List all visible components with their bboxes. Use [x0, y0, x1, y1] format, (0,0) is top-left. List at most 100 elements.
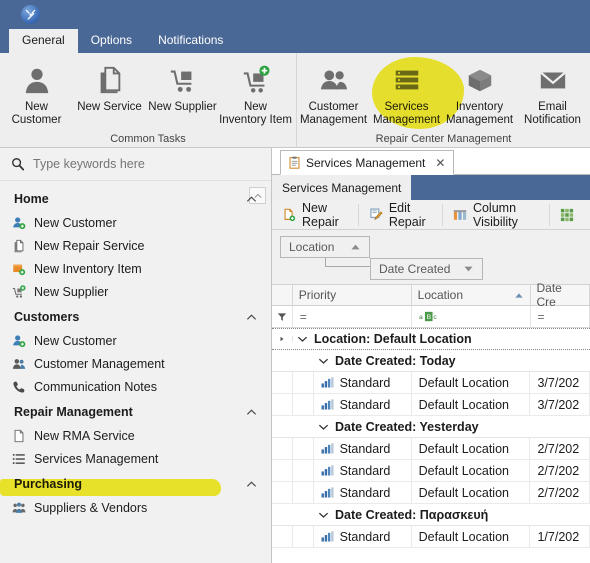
sidebar-item-communication-notes[interactable]: Communication Notes	[0, 375, 271, 398]
row-indicator-play-icon	[272, 336, 293, 342]
column-visibility-button[interactable]: Column Visibility	[443, 200, 549, 230]
sort-asc-icon[interactable]	[350, 243, 361, 251]
ribbon-button-inventory-management[interactable]: Inventory Management	[443, 58, 516, 132]
svg-text:B: B	[426, 314, 431, 321]
bars-icon	[321, 465, 334, 476]
person-icon	[22, 62, 52, 98]
chevron-down-icon[interactable]	[314, 423, 335, 431]
ribbon: New Customer New Service New Supplier Ne…	[0, 53, 590, 148]
ribbon-button-email-notification[interactable]: Email Notification	[516, 58, 589, 132]
cell-priority: Standard	[314, 438, 412, 459]
sidebar-item-customer-management[interactable]: Customer Management	[0, 352, 271, 375]
sidebar-section-title: Customers	[14, 310, 80, 324]
chevron-down-icon[interactable]	[293, 335, 314, 343]
table-row[interactable]: Standard Default Location 3/7/202	[272, 372, 590, 394]
sidebar-section-customers[interactable]: Customers	[0, 303, 271, 329]
table-row[interactable]: Standard Default Location 3/7/202	[272, 394, 590, 416]
ribbon-tab-notifications[interactable]: Notifications	[145, 29, 236, 53]
edit-repair-button[interactable]: Edit Repair	[359, 200, 442, 230]
row-indent	[272, 438, 293, 459]
toolbar-button-label: Column Visibility	[472, 200, 518, 229]
grid-column-label: Priority	[298, 288, 337, 302]
table-row[interactable]: Standard Default Location 2/7/202	[272, 460, 590, 482]
ribbon-button-services-management[interactable]: Services Management	[370, 58, 443, 132]
chevron-down-icon[interactable]	[314, 511, 335, 519]
sort-desc-icon[interactable]	[463, 265, 474, 273]
cell-date-created: 1/7/202	[530, 526, 590, 547]
table-row[interactable]: Standard Default Location 2/7/202	[272, 438, 590, 460]
grid-toolbar: New Repair Edit Repair Column Visibility	[272, 200, 590, 230]
document-tab-services-management[interactable]: Services Management ✕	[280, 150, 455, 175]
sidebar-section-home[interactable]: Home	[0, 185, 271, 211]
sub-tab-services-management[interactable]: Services Management	[272, 175, 412, 200]
ribbon-tab-general[interactable]: General	[9, 29, 78, 53]
group-chip-date-created[interactable]: Date Created	[370, 258, 483, 280]
close-icon[interactable]: ✕	[435, 156, 445, 170]
grid-group-row-date-yesterday[interactable]: Date Created: Yesterday	[272, 416, 590, 438]
ribbon-button-new-supplier[interactable]: New Supplier	[146, 58, 219, 132]
grid-group-row-date-paraskevi[interactable]: Date Created: Παρασκευή	[272, 504, 590, 526]
ribbon-button-new-service[interactable]: New Service	[73, 58, 146, 132]
cell-priority-value: Standard	[339, 463, 391, 478]
cart-icon	[168, 62, 198, 98]
sidebar-item-new-customer-2[interactable]: New Customer	[0, 329, 271, 352]
person-add-icon	[12, 334, 34, 348]
sidebar-search-row[interactable]	[0, 148, 271, 181]
grid-group-row-location[interactable]: Location: Default Location	[272, 328, 590, 350]
table-row[interactable]: Standard Default Location 1/7/202	[272, 526, 590, 548]
ribbon-button-new-inventory-item[interactable]: New Inventory Item	[219, 58, 292, 132]
sidebar-item-new-supplier[interactable]: New Supplier	[0, 280, 271, 303]
filter-cell-date-created[interactable]: =	[531, 306, 590, 327]
application-window: General Options Notifications New Custom…	[0, 0, 590, 563]
list-icon	[12, 452, 34, 466]
group-connector-line	[325, 258, 370, 267]
row-indent	[293, 482, 314, 503]
search-input[interactable]	[28, 157, 238, 171]
people-icon	[319, 62, 349, 98]
sidebar-item-new-inventory-item[interactable]: New Inventory Item	[0, 257, 271, 280]
sidebar-item-new-repair-service[interactable]: New Repair Service	[0, 234, 271, 257]
ribbon-tab-options[interactable]: Options	[78, 29, 145, 53]
cell-priority: Standard	[314, 460, 412, 481]
filter-funnel-icon[interactable]	[272, 306, 293, 327]
new-repair-button[interactable]: New Repair	[272, 200, 358, 230]
cart-plus-icon	[241, 62, 271, 98]
grid-column-date-created[interactable]: Date Cre	[530, 281, 590, 309]
sidebar-item-label: New Customer	[34, 215, 117, 230]
sidebar-section-repair-management[interactable]: Repair Management	[0, 398, 271, 424]
chevron-up-icon[interactable]	[246, 194, 257, 205]
sidebar-item-suppliers-vendors[interactable]: Suppliers & Vendors	[0, 496, 271, 519]
sidebar-item-new-rma-service[interactable]: New RMA Service	[0, 424, 271, 447]
row-indent	[293, 438, 314, 459]
filter-cell-priority[interactable]: =	[293, 306, 412, 327]
grid-column-priority[interactable]: Priority	[292, 285, 412, 305]
grid-layout-button[interactable]	[550, 200, 590, 230]
grid-column-location[interactable]: Location	[411, 285, 531, 305]
list-icon	[392, 62, 422, 98]
ribbon-button-new-customer[interactable]: New Customer	[0, 58, 73, 132]
group-by-panel[interactable]: Location Date Created	[272, 230, 590, 285]
columns-icon	[453, 208, 467, 222]
table-row[interactable]: Standard Default Location 2/7/202	[272, 482, 590, 504]
filter-cell-location[interactable]: a B c	[412, 306, 531, 327]
group-chip-label: Date Created	[379, 262, 451, 276]
sidebar-item-new-customer[interactable]: New Customer	[0, 211, 271, 234]
chevron-up-icon[interactable]	[246, 407, 257, 418]
ribbon-button-label: Inventory Management	[445, 101, 514, 126]
chevron-down-icon[interactable]	[314, 357, 335, 365]
envelope-icon	[538, 62, 568, 98]
grid-filter-row[interactable]: = a B c =	[272, 306, 590, 328]
cell-date-created: 2/7/202	[530, 438, 590, 459]
ribbon-button-customer-management[interactable]: Customer Management	[297, 58, 370, 132]
row-indent	[272, 372, 293, 393]
chevron-up-icon[interactable]	[246, 479, 257, 490]
group-chip-location[interactable]: Location	[280, 236, 370, 258]
sub-tab-strip: Services Management	[272, 175, 590, 200]
cell-priority: Standard	[314, 526, 412, 547]
cell-date-created: 3/7/202	[530, 372, 590, 393]
grid-group-row-date-today[interactable]: Date Created: Today	[272, 350, 590, 372]
chevron-up-icon[interactable]	[246, 312, 257, 323]
sidebar-section-title: Home	[14, 192, 49, 206]
sidebar-item-services-management[interactable]: Services Management	[0, 447, 271, 470]
ribbon-tab-strip[interactable]: General Options Notifications	[0, 28, 590, 53]
